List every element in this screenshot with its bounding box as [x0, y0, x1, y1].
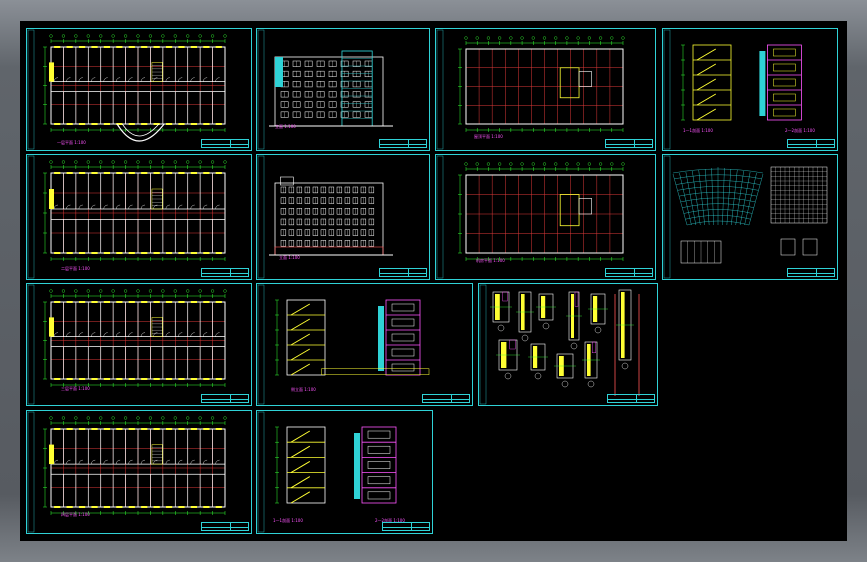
title-block: [605, 268, 653, 277]
sheet-curtain-wall[interactable]: [662, 154, 838, 280]
drawing: [436, 29, 625, 150]
drawing: [27, 155, 227, 279]
sheet-machine-room-plan[interactable]: 机房平面 1:100: [435, 154, 656, 280]
sheet-side-elevations[interactable]: 侧立面 1:100: [256, 283, 473, 406]
drawing: [257, 411, 397, 533]
sheet-caption: 立面 1:100: [275, 124, 296, 129]
sheet-caption: 机房平面 1:100: [476, 258, 505, 263]
sheet-caption: 四层平面 1:100: [61, 512, 90, 517]
sheet-third-floor-plan[interactable]: 三层平面 1:100: [26, 283, 252, 406]
title-block: [201, 522, 249, 531]
title-block: [787, 139, 835, 148]
sheet-caption: 屋顶平面 1:100: [474, 134, 503, 139]
sheet-caption: 二层平面 1:100: [61, 266, 90, 271]
title-block: [379, 139, 427, 148]
drawing: [436, 155, 625, 279]
drawing-canvas[interactable]: 一层平面 1:100 立面 1:100 屋顶平面 1:100 1—1剖面 1:1…: [20, 21, 847, 541]
title-block: [607, 394, 655, 403]
title-block: [605, 139, 653, 148]
drawing: [27, 29, 227, 150]
title-block: [201, 394, 249, 403]
sheet-caption: 三层平面 1:100: [61, 386, 90, 391]
title-block: [201, 268, 249, 277]
title-block: [201, 139, 249, 148]
sheet-caption: 立面 1:100: [279, 255, 300, 260]
sheet-caption: 侧立面 1:100: [291, 387, 316, 392]
sheet-caption: 一层平面 1:100: [57, 140, 86, 145]
drawing: [479, 284, 640, 405]
sheet-roof-plan[interactable]: 屋顶平面 1:100: [435, 28, 656, 151]
drawing: [257, 29, 393, 150]
sheet-color-sections[interactable]: 1—1剖面 1:100 2—2剖面 1:100: [256, 410, 433, 534]
title-block: [422, 394, 470, 403]
sheet-caption: 1—1剖面 1:100: [683, 128, 713, 133]
title-block: [787, 268, 835, 277]
title-block: [379, 268, 427, 277]
sheet-second-floor-plan[interactable]: 二层平面 1:100: [26, 154, 252, 280]
sheet-front-elevation[interactable]: 立面 1:100: [256, 28, 430, 151]
title-block: [382, 522, 430, 531]
sheet-rear-elevation[interactable]: 立面 1:100: [256, 154, 430, 280]
drawing: [663, 155, 828, 279]
sheet-ground-floor-plan[interactable]: 一层平面 1:100: [26, 28, 252, 151]
sheet-fourth-floor-plan[interactable]: 四层平面 1:100: [26, 410, 252, 534]
sheet-caption: 1—1剖面 1:100: [273, 518, 303, 523]
sheet-caption-2: 2—2剖面 1:100: [785, 128, 815, 133]
drawing: [257, 284, 430, 405]
sheet-sections[interactable]: 1—1剖面 1:100 2—2剖面 1:100: [662, 28, 838, 151]
drawing: [257, 155, 393, 279]
sheet-details[interactable]: [478, 283, 658, 406]
